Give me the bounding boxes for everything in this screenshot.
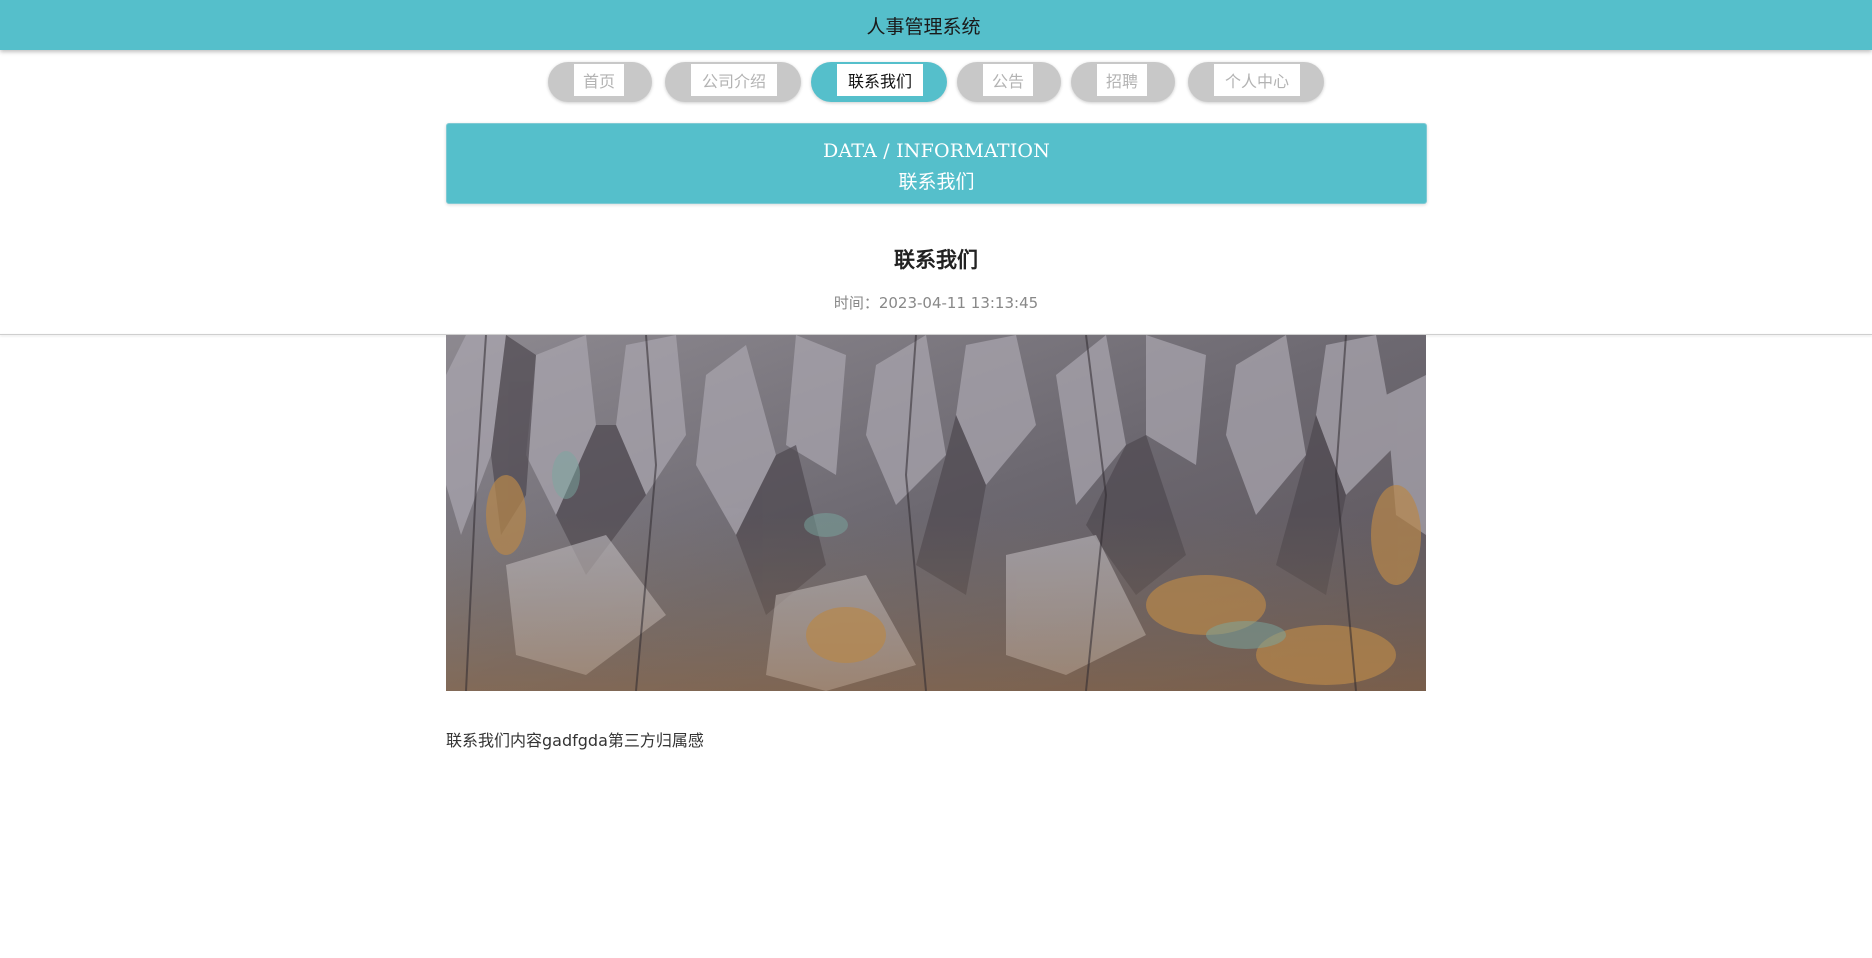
nav-item-home[interactable]: 首页: [548, 62, 652, 102]
top-bar: 人事管理系统: [0, 0, 1872, 50]
main-nav: 首页 公司介绍 联系我们 公告 招聘 个人中心: [0, 62, 1872, 102]
nav-item-contact-us[interactable]: 联系我们: [811, 62, 947, 102]
article-timestamp: 时间：2023-04-11 13:13:45: [833, 294, 1039, 312]
nav-item-label: 招聘: [1097, 64, 1147, 96]
nav-item-label: 公司介绍: [691, 64, 777, 96]
article-body: 联系我们内容gadfgda第三方归属感: [446, 731, 704, 750]
nav-item-label: 公告: [983, 64, 1033, 96]
article-image: [446, 335, 1426, 691]
section-banner: DATA / INFORMATION 联系我们: [446, 123, 1427, 204]
rock-cliff-image: [446, 335, 1426, 691]
nav-item-label: 个人中心: [1214, 64, 1300, 96]
article-title: 联系我们: [894, 248, 978, 272]
nav-item-company-intro[interactable]: 公司介绍: [665, 62, 801, 102]
nav-item-personal-center[interactable]: 个人中心: [1188, 62, 1324, 102]
nav-item-label: 联系我们: [837, 64, 923, 96]
banner-chinese-title: 联系我们: [898, 171, 975, 193]
nav-item-label: 首页: [574, 64, 624, 96]
nav-item-notice[interactable]: 公告: [957, 62, 1061, 102]
app-title: 人事管理系统: [866, 15, 981, 38]
nav-item-recruitment[interactable]: 招聘: [1071, 62, 1175, 102]
banner-english-title: DATA / INFORMATION: [822, 140, 1051, 162]
